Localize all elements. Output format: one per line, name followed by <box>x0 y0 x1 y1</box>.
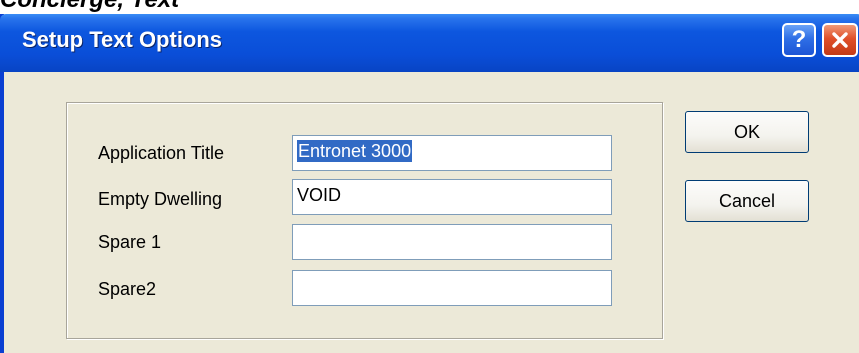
help-button[interactable]: ? <box>782 23 816 57</box>
empty-dwelling-value: VOID <box>297 185 342 205</box>
window-title: Setup Text Options <box>22 27 223 52</box>
spare-1-label: Spare 1 <box>98 232 162 252</box>
close-button[interactable] <box>822 23 858 57</box>
page-heading: Concierge, Text <box>0 0 179 14</box>
ok-button-label: OK <box>733 121 760 142</box>
application-title-value: Entronet 3000 <box>297 140 413 162</box>
cancel-button[interactable]: Cancel <box>685 180 809 222</box>
help-icon: ? <box>791 26 807 53</box>
screen: Concierge, Text Setup Text Options ? App… <box>0 0 859 353</box>
spare2-label: Spare2 <box>98 279 157 299</box>
application-title-label: Application Title <box>98 143 225 163</box>
title-bar[interactable]: Setup Text Options ? <box>0 14 859 72</box>
spare2-input[interactable] <box>292 270 612 306</box>
spare-1-input[interactable] <box>292 224 612 260</box>
empty-dwelling-label: Empty Dwelling <box>98 189 223 209</box>
ok-button[interactable]: OK <box>685 111 809 153</box>
close-icon <box>832 32 848 48</box>
empty-dwelling-input[interactable]: VOID <box>292 179 612 215</box>
application-title-input[interactable]: Entronet 3000 <box>292 135 612 171</box>
cancel-button-label: Cancel <box>718 190 776 211</box>
